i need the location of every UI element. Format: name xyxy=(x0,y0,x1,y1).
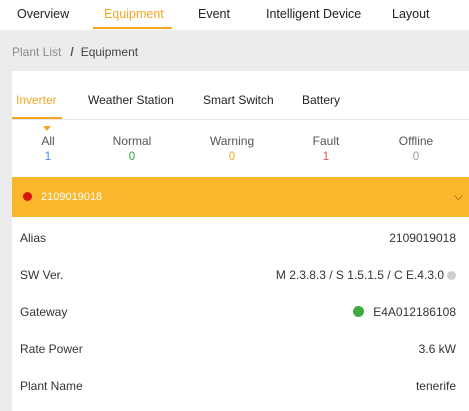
status-label: Offline xyxy=(398,134,434,148)
field-row-alias: Alias 2109019018 xyxy=(12,219,469,256)
chevron-down-icon[interactable]: ⌵ xyxy=(454,189,463,204)
equipment-panel: Inverter Weather Station Smart Switch Ba… xyxy=(12,71,469,411)
status-count: 0 xyxy=(228,151,236,163)
field-value: 2109019018 xyxy=(389,231,456,245)
field-label: Plant Name xyxy=(20,379,83,393)
status-filter-normal[interactable]: Normal 0 xyxy=(92,134,172,163)
top-navigation: Overview Equipment Event Intelligent Dev… xyxy=(0,0,469,30)
status-count: 0 xyxy=(128,151,136,163)
field-row-gateway: Gateway E4A012186108 xyxy=(12,293,469,330)
gateway-online-dot-icon xyxy=(353,306,364,317)
status-label: Normal xyxy=(112,134,152,148)
field-row-rate-power: Rate Power 3.6 kW xyxy=(12,330,469,367)
field-label: SW Ver. xyxy=(20,268,64,282)
nav-tab-event[interactable]: Event xyxy=(198,7,230,21)
field-value-wrap: M 2.3.8.3 / S 1.5.1.5 / C E.4.3.0 xyxy=(276,268,456,282)
field-label: Alias xyxy=(20,231,47,245)
breadcrumb: Plant List / Equipment xyxy=(12,45,138,59)
field-value: tenerife xyxy=(415,379,456,393)
field-value: 3.6 kW xyxy=(418,342,456,356)
status-label: All xyxy=(41,134,55,148)
status-filter-offline[interactable]: Offline 0 xyxy=(376,134,456,163)
status-count: 0 xyxy=(412,151,420,163)
field-label: Rate Power xyxy=(20,342,83,356)
device-serial: 2109019018 xyxy=(41,191,103,203)
status-filter-all[interactable]: All 1 xyxy=(8,134,88,163)
selected-filter-caret-icon xyxy=(43,126,51,131)
info-icon[interactable] xyxy=(447,271,456,280)
subtab-active-indicator xyxy=(12,117,62,119)
field-value: E4A012186108 xyxy=(373,305,456,319)
status-label: Fault xyxy=(312,134,340,148)
status-label: Warning xyxy=(209,134,255,148)
nav-tab-equipment[interactable]: Equipment xyxy=(104,7,164,21)
active-tab-indicator xyxy=(93,27,172,29)
field-label: Gateway xyxy=(20,305,68,319)
status-filter-fault[interactable]: Fault 1 xyxy=(286,134,366,163)
status-count: 1 xyxy=(44,151,52,163)
nav-tab-intelligent-device[interactable]: Intelligent Device xyxy=(266,7,361,21)
tab-weather-station[interactable]: Weather Station xyxy=(88,93,174,107)
tab-inverter[interactable]: Inverter xyxy=(16,93,57,107)
breadcrumb-separator: / xyxy=(70,45,74,59)
fault-status-dot-icon xyxy=(23,192,32,201)
device-type-tabs: Inverter Weather Station Smart Switch Ba… xyxy=(12,71,469,120)
status-filter-warning[interactable]: Warning 0 xyxy=(192,134,272,163)
status-count: 1 xyxy=(322,151,330,163)
field-row-plant-name: Plant Name tenerife xyxy=(12,367,469,404)
breadcrumb-plant-list[interactable]: Plant List xyxy=(12,45,61,59)
tab-battery[interactable]: Battery xyxy=(302,93,340,107)
field-value: M 2.3.8.3 / S 1.5.1.5 / C E.4.3.0 xyxy=(275,268,444,282)
breadcrumb-current: Equipment xyxy=(80,45,139,59)
nav-tab-layout[interactable]: Layout xyxy=(392,7,430,21)
device-header[interactable]: 2109019018 ⌵ xyxy=(12,177,469,217)
field-row-sw-version: SW Ver. M 2.3.8.3 / S 1.5.1.5 / C E.4.3.… xyxy=(12,256,469,293)
nav-tab-overview[interactable]: Overview xyxy=(17,7,69,21)
tab-smart-switch[interactable]: Smart Switch xyxy=(203,93,274,107)
